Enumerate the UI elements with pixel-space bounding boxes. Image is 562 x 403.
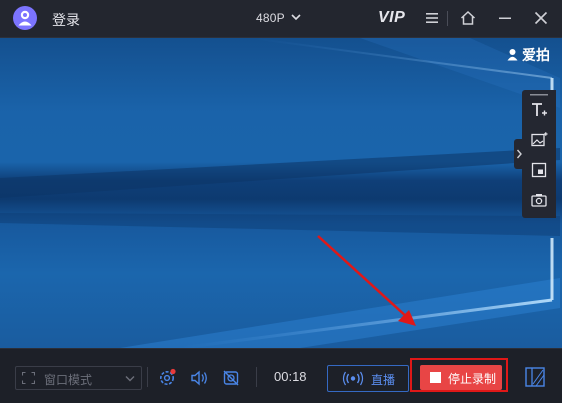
toolbar-divider <box>147 367 148 387</box>
annotation-arrow <box>317 235 416 326</box>
settings-icon[interactable] <box>157 368 177 388</box>
resolution-select[interactable]: 480P <box>256 11 285 25</box>
side-tool-panel <box>522 90 556 218</box>
close-icon[interactable] <box>532 9 550 27</box>
login-link[interactable]: 登录 <box>52 10 80 30</box>
chevron-down-icon <box>125 376 135 382</box>
live-stream-label: 直播 <box>371 373 396 387</box>
toolbar-divider <box>256 367 257 387</box>
user-icon <box>18 10 32 26</box>
live-stream-button[interactable]: 直播 <box>327 365 409 392</box>
title-divider <box>447 11 448 26</box>
screen-preview: 爱拍 <box>0 38 562 348</box>
capture-mode-label: 窗口模式 <box>44 373 93 387</box>
notification-dot <box>170 368 176 375</box>
text-tool-icon[interactable] <box>530 101 548 119</box>
highlight-box <box>410 358 508 392</box>
vip-badge[interactable]: VIP <box>378 9 405 27</box>
capture-mode-select[interactable]: 窗口模式 <box>15 366 142 390</box>
window-frame-icon <box>22 372 35 384</box>
layout-icon[interactable] <box>524 366 546 388</box>
minimize-icon[interactable] <box>496 9 514 27</box>
camera-icon[interactable] <box>530 191 548 209</box>
broadcast-icon <box>342 371 364 386</box>
recording-timer: 00:18 <box>274 369 307 384</box>
home-icon[interactable] <box>459 9 477 27</box>
menu-icon[interactable] <box>423 9 441 27</box>
image-tool-icon[interactable] <box>530 131 548 149</box>
avatar[interactable] <box>13 6 37 30</box>
speaker-icon[interactable] <box>189 368 209 388</box>
camera-off-icon[interactable] <box>221 368 241 388</box>
chevron-down-icon[interactable] <box>291 13 301 21</box>
title-bar: 登录 480P VIP <box>0 0 562 38</box>
panel-grip <box>530 94 548 96</box>
picture-in-picture-icon[interactable] <box>530 161 548 179</box>
